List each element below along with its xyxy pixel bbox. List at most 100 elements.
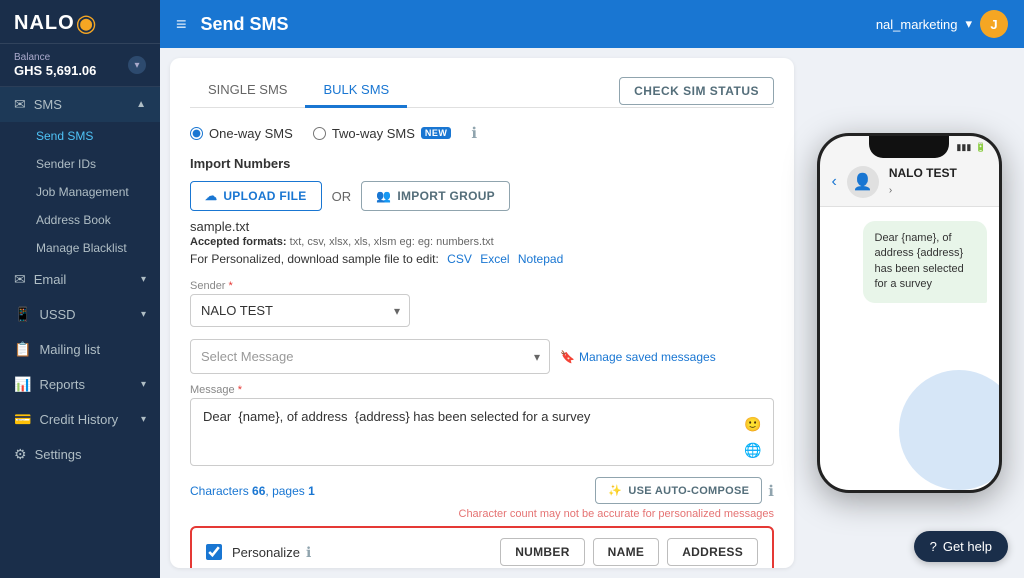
sidebar-item-job-management[interactable]: Job Management (0, 178, 160, 206)
formats-eg: eg: (399, 236, 417, 248)
check-sim-button[interactable]: CHECK SIM STATUS (619, 77, 774, 105)
sidebar-item-sender-ids[interactable]: Sender IDs (0, 150, 160, 178)
personalize-checkbox[interactable] (206, 544, 222, 560)
get-help-label: Get help (943, 539, 992, 554)
sidebar-email-label: Email (34, 272, 67, 287)
address-button[interactable]: ADDRESS (667, 538, 758, 566)
tab-bulk-sms[interactable]: BULK SMS (305, 74, 407, 108)
personalize-label: Personalize ℹ (232, 544, 311, 561)
sidebar-sms-label: SMS (34, 97, 62, 112)
logo-text: NALO (14, 12, 75, 35)
sidebar-item-manage-blacklist[interactable]: Manage Blacklist (0, 234, 160, 262)
chevron-user-icon: ▾ (965, 16, 972, 32)
two-way-label: Two-way SMS (332, 126, 415, 141)
warning-text: Character count may not be accurate for … (190, 508, 774, 520)
manage-link-label: Manage saved messages (579, 350, 716, 364)
sidebar-item-send-sms[interactable]: Send SMS (0, 122, 160, 150)
personalize-text: Personalize (232, 545, 300, 560)
credit-icon: 💳 (14, 411, 31, 428)
upload-label: UPLOAD FILE (223, 189, 306, 203)
info-icon[interactable]: ℹ (471, 124, 477, 142)
two-way-radio-label[interactable]: Two-way SMS NEW (313, 126, 452, 141)
emoji-icon[interactable]: 🙂 (742, 413, 764, 435)
sms-icon: ✉ (14, 96, 26, 113)
compose-icon: ✨ (608, 484, 622, 497)
globe-icon[interactable]: 🌐 (742, 439, 764, 461)
main-area: ≡ Send SMS nal_marketing ▾ J SINGLE SMS … (160, 0, 1024, 578)
sidebar-item-ussd[interactable]: 📱 USSD ▾ (0, 297, 160, 332)
upload-icon: ☁ (205, 189, 217, 203)
sms-type-radio-group: One-way SMS Two-way SMS NEW ℹ (190, 124, 774, 142)
sidebar-item-settings[interactable]: ⚙ Settings (0, 437, 160, 472)
sidebar-reports-label: Reports (39, 377, 85, 392)
sidebar-item-credit[interactable]: 💳 Credit History ▾ (0, 402, 160, 437)
or-text: OR (332, 189, 352, 204)
upload-file-button[interactable]: ☁ UPLOAD FILE (190, 181, 322, 211)
phone-contact-arrow: › (889, 185, 892, 196)
avatar: J (980, 10, 1008, 38)
sidebar-balance: Balance GHS 5,691.06 ▾ (0, 44, 160, 87)
tab-single-sms[interactable]: SINGLE SMS (190, 74, 305, 108)
user-menu[interactable]: nal_marketing ▾ J (876, 10, 1008, 38)
sender-select-wrapper: NALO TEST (190, 294, 410, 327)
sidebar: NALO ◉ Balance GHS 5,691.06 ▾ ✉ SMS ▲ Se… (0, 0, 160, 578)
sender-select[interactable]: NALO TEST (190, 294, 410, 327)
sidebar-item-mailing[interactable]: 📋 Mailing list (0, 332, 160, 367)
phone-notch (869, 136, 949, 158)
username-text: nal_marketing (876, 17, 958, 32)
menu-icon[interactable]: ≡ (176, 14, 187, 35)
phone-header: ‹ 👤 NALO TEST › (820, 158, 999, 207)
ussd-icon: 📱 (14, 306, 31, 323)
two-way-radio[interactable] (313, 127, 326, 140)
char-count-text: Characters 66, pages 1 (190, 484, 315, 498)
sidebar-item-reports[interactable]: 📊 Reports ▾ (0, 367, 160, 402)
balance-label: Balance (14, 52, 96, 63)
phone-message-bubble: Dear {name}, of address {address} has be… (863, 221, 987, 303)
accepted-label: Accepted formats: (190, 236, 287, 248)
excel-link[interactable]: Excel (480, 252, 509, 266)
auto-compose-button[interactable]: ✨ USE AUTO-COMPOSE (595, 477, 762, 504)
number-button[interactable]: NUMBER (500, 538, 584, 566)
bookmark-icon: 🔖 (560, 350, 575, 364)
auto-compose-info-icon[interactable]: ℹ (768, 482, 774, 500)
csv-link[interactable]: CSV (447, 252, 472, 266)
filename-text: sample.txt (190, 219, 774, 234)
pages-value: 1 (308, 484, 315, 498)
message-textarea[interactable]: Dear {name}, of address {address} has be… (190, 398, 774, 466)
message-select[interactable]: Select Message (190, 339, 550, 374)
sidebar-item-address-book[interactable]: Address Book (0, 206, 160, 234)
one-way-radio[interactable] (190, 127, 203, 140)
import-section-title: Import Numbers (190, 156, 774, 171)
page-title: Send SMS (201, 14, 876, 35)
sidebar-item-sms[interactable]: ✉ SMS ▲ (0, 87, 160, 122)
personalize-bar: Personalize ℹ NUMBER NAME ADDRESS (190, 526, 774, 568)
form-panel: SINGLE SMS BULK SMS CHECK SIM STATUS One… (170, 58, 794, 568)
phone-contact-info: NALO TEST › (889, 166, 957, 198)
phone-contact-name: NALO TEST (889, 166, 957, 180)
phone-frame: ▮▮▮ 🔋 ‹ 👤 NALO TEST › Dear {name}, of ad… (817, 133, 1002, 493)
reports-icon: 📊 (14, 376, 31, 393)
get-help-button[interactable]: ? Get help (914, 531, 1008, 562)
message-required: * (238, 384, 242, 396)
phone-preview-panel: ▮▮▮ 🔋 ‹ 👤 NALO TEST › Dear {name}, of ad… (804, 58, 1014, 568)
personalize-buttons: NUMBER NAME ADDRESS (500, 538, 758, 566)
sidebar-item-email[interactable]: ✉ Email ▾ (0, 262, 160, 297)
signal-icon: ▮▮▮ (956, 142, 971, 153)
content-area: SINGLE SMS BULK SMS CHECK SIM STATUS One… (160, 48, 1024, 578)
char-count-row: Characters 66, pages 1 ✨ USE AUTO-COMPOS… (190, 477, 774, 504)
balance-chevron[interactable]: ▾ (128, 56, 146, 74)
sender-label: Sender (190, 280, 225, 292)
group-icon: 👥 (376, 189, 391, 203)
import-group-button[interactable]: 👥 IMPORT GROUP (361, 181, 510, 211)
chevron-down-icon-4: ▾ (141, 414, 146, 425)
sender-required: * (229, 280, 233, 292)
notepad-link[interactable]: Notepad (518, 252, 563, 266)
sender-field-label: Sender * (190, 280, 774, 292)
chevron-up-icon: ▲ (136, 99, 146, 110)
phone-contact-avatar: 👤 (847, 166, 879, 198)
manage-saved-messages-link[interactable]: 🔖 Manage saved messages (560, 350, 716, 364)
personalize-info-icon[interactable]: ℹ (306, 544, 311, 561)
one-way-radio-label[interactable]: One-way SMS (190, 126, 293, 141)
name-button[interactable]: NAME (593, 538, 660, 566)
one-way-label: One-way SMS (209, 126, 293, 141)
